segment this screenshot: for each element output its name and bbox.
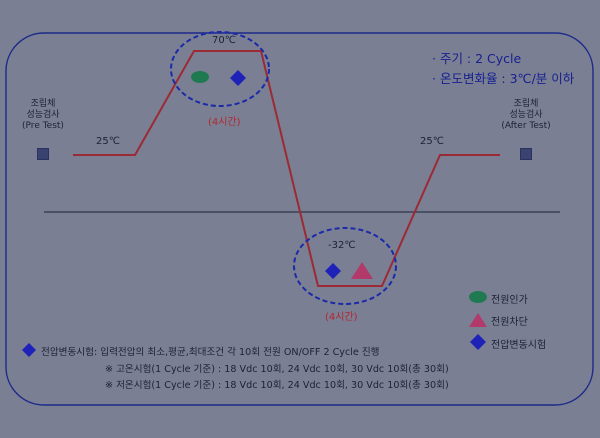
legend-voltage-test-icon [470, 334, 486, 350]
pre-test-label: 조립체 성능검사 (Pre Test) [22, 99, 64, 131]
legend-power-on-label: 전원인가 [491, 295, 528, 306]
low-temp-label: -32℃ [328, 240, 356, 251]
legend-voltage-test-label: 전압변동시험 [491, 340, 547, 351]
start-temp-label: 25℃ [96, 136, 120, 147]
legend-power-on-icon [469, 291, 487, 303]
voltage-test-marker-low [325, 263, 341, 279]
high-temp-test-note: ※ 고온시험(1 Cycle 기준) : 18 Vdc 10회, 24 Vdc … [105, 364, 449, 375]
legend-power-off-label: 전원차단 [491, 317, 528, 328]
low-duration-label: (4시간) [325, 312, 358, 323]
voltage-test-marker-high [230, 70, 246, 86]
temperature-rate-note: · 온도변화율 : 3℃/분 이하 [432, 71, 575, 86]
temperature-cycle-diagram: · 주기 : 2 Cycle · 온도변화율 : 3℃/분 이하 조립체 성능검… [0, 0, 600, 438]
end-temp-label: 25℃ [420, 136, 444, 147]
after-test-label: 조립체 성능검사 (After Test) [501, 99, 551, 131]
power-on-marker [191, 71, 209, 83]
note-diamond-icon [22, 343, 36, 357]
voltage-test-description: 전압변동시험: 입력전압의 최소,평균,최대조건 각 10회 전원 ON/OFF… [41, 347, 380, 358]
high-duration-label: (4시간) [208, 117, 241, 128]
cycle-count-note: · 주기 : 2 Cycle [432, 51, 522, 66]
after-test-marker [520, 148, 532, 160]
high-temp-label: 70℃ [212, 35, 236, 46]
pre-test-marker [37, 148, 49, 160]
power-off-marker [351, 262, 373, 279]
legend-power-off-icon [469, 313, 487, 327]
low-temp-test-note: ※ 저온시험(1 Cycle 기준) : 18 Vdc 10회, 24 Vdc … [105, 380, 449, 391]
